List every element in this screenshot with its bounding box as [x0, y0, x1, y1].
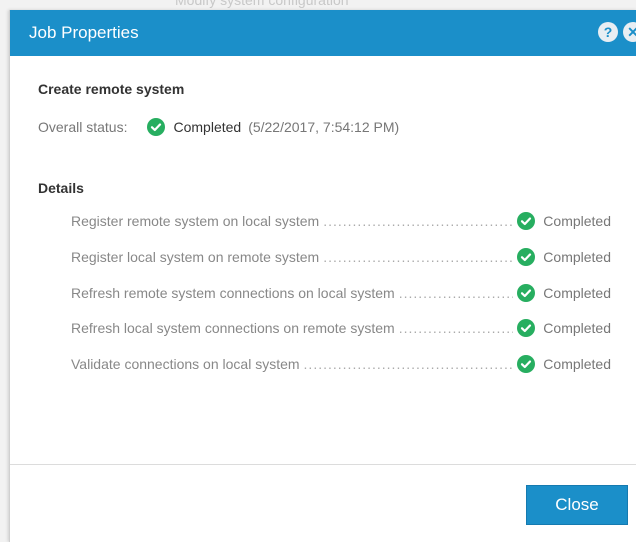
check-icon: [517, 284, 536, 302]
check-icon: [517, 248, 536, 266]
leader-dots: ........................................…: [398, 285, 514, 301]
close-icon[interactable]: ✕: [623, 22, 636, 42]
detail-status: Completed: [543, 249, 611, 265]
leader-dots: ........................................…: [323, 249, 513, 265]
background-text: Modify system configuration: [175, 0, 349, 8]
check-icon: [517, 319, 536, 337]
leader-dots: ........................................…: [398, 320, 514, 336]
leader-dots: ........................................…: [303, 356, 514, 372]
detail-status: Completed: [543, 285, 611, 301]
detail-row: Register local system on remote system .…: [71, 247, 611, 267]
detail-status: Completed: [543, 320, 611, 336]
detail-label: Validate connections on local system: [71, 356, 300, 372]
check-icon: [517, 355, 536, 373]
detail-label: Refresh local system connections on remo…: [71, 320, 395, 336]
detail-label: Register remote system on local system: [71, 213, 320, 229]
job-heading: Create remote system: [38, 81, 185, 97]
job-properties-dialog: Job Properties ? ✕ Create remote system …: [9, 10, 636, 542]
overall-status-row: Overall status: Completed (5/22/2017, 7:…: [38, 118, 399, 136]
dialog-titlebar: Job Properties ? ✕: [10, 10, 636, 56]
check-icon: [517, 212, 536, 230]
detail-row: Register remote system on local system .…: [71, 211, 611, 231]
leader-dots: ........................................…: [323, 213, 513, 229]
question-icon[interactable]: ?: [598, 22, 618, 42]
overall-status-timestamp: (5/22/2017, 7:54:12 PM): [248, 119, 400, 135]
overall-status-label: Overall status:: [38, 119, 128, 135]
dialog-title: Job Properties: [29, 23, 139, 42]
detail-row: Refresh remote system connections on loc…: [71, 283, 611, 303]
titlebar-icons: ? ✕: [598, 22, 636, 42]
footer-divider: [10, 464, 636, 465]
overall-status-value: Completed: [173, 119, 242, 135]
check-icon: [147, 118, 166, 136]
detail-label: Refresh remote system connections on loc…: [71, 285, 395, 301]
detail-status: Completed: [543, 213, 611, 229]
close-button[interactable]: Close: [526, 485, 628, 525]
detail-status: Completed: [543, 356, 611, 372]
detail-row: Validate connections on local system ...…: [71, 354, 611, 374]
detail-label: Register local system on remote system: [71, 249, 320, 265]
details-heading: Details: [38, 180, 84, 196]
detail-row: Refresh local system connections on remo…: [71, 318, 611, 338]
